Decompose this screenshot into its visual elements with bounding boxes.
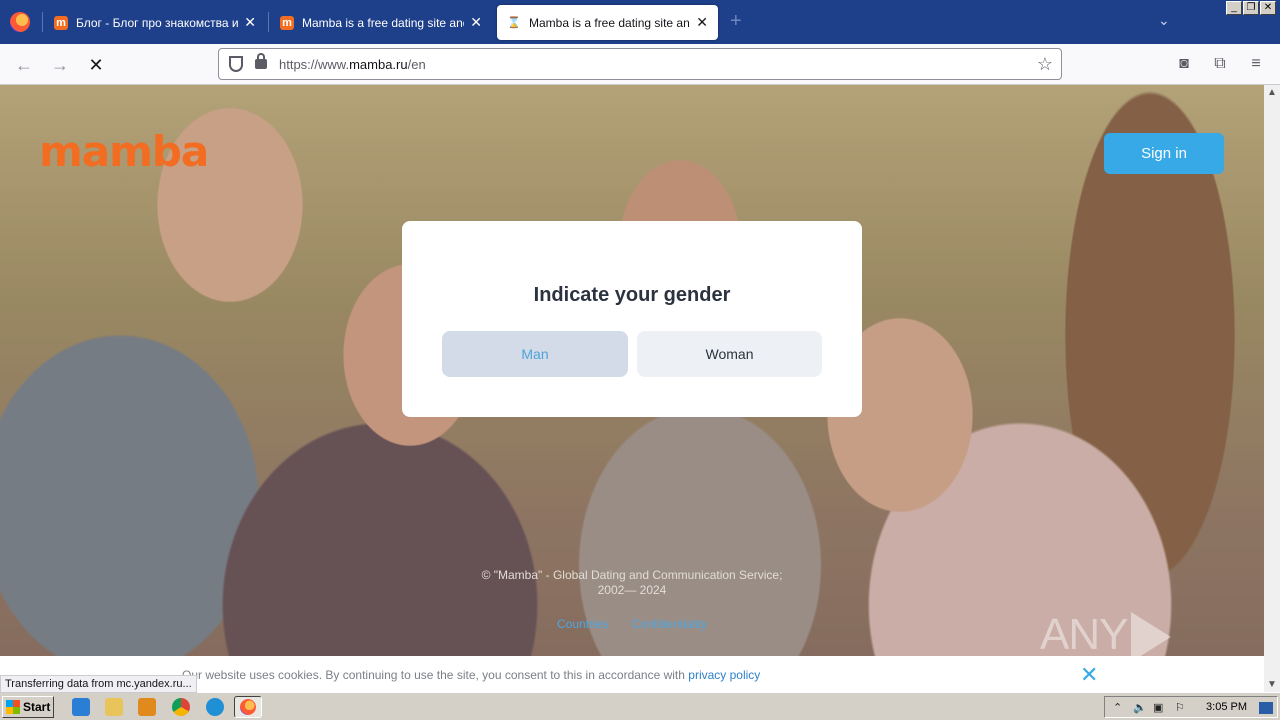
firefox-icon[interactable] bbox=[10, 12, 30, 32]
mamba-favicon-icon: m bbox=[54, 15, 68, 30]
clock[interactable]: 3:05 PM bbox=[1206, 701, 1247, 713]
scroll-up-icon[interactable]: ▲ bbox=[1267, 87, 1277, 98]
menu-hamburger-icon[interactable]: ≡ bbox=[1246, 54, 1266, 74]
tab-title: Mamba is a free dating site and a chat bbox=[302, 15, 464, 30]
close-cookie-icon[interactable]: ✕ bbox=[1080, 662, 1098, 688]
confidentiality-link[interactable]: Confidentiality bbox=[632, 617, 707, 631]
window-controls: _ ❐ ✕ bbox=[1226, 1, 1276, 15]
man-button[interactable]: Man bbox=[442, 331, 628, 377]
tab-title: Mamba is a free dating site and a chat bbox=[529, 15, 690, 30]
tab-separator bbox=[42, 12, 43, 32]
tab-title: Блог - Блог про знакомства и отношения bbox=[76, 15, 239, 30]
copyright-years: 2002— 2024 bbox=[597, 583, 667, 597]
folder-icon[interactable] bbox=[105, 698, 123, 716]
stop-loading-icon[interactable]: ✕ bbox=[84, 53, 108, 77]
close-tab-icon[interactable]: ✕ bbox=[696, 14, 708, 31]
internet-explorer-icon[interactable] bbox=[72, 698, 90, 716]
lock-icon[interactable] bbox=[255, 53, 267, 69]
tray-expand-icon[interactable]: ⌃ bbox=[1113, 701, 1122, 714]
copyright-line: © "Mamba" - Global Dating and Communicat… bbox=[481, 568, 783, 582]
footer-links: Countries Confidentiality bbox=[557, 617, 727, 631]
privacy-policy-link[interactable]: privacy policy bbox=[688, 668, 760, 682]
tab-separator bbox=[268, 12, 269, 32]
url-text[interactable]: https://www.mamba.ru/en bbox=[279, 57, 426, 72]
countries-link[interactable]: Countries bbox=[557, 617, 608, 631]
system-tray: ⌃ 🔈 ▣ ⚐ 3:05 PM bbox=[1104, 696, 1278, 718]
hourglass-loading-icon: ⌛ bbox=[507, 17, 521, 29]
start-button[interactable]: Start bbox=[2, 696, 54, 718]
url-bar[interactable]: https://www.mamba.ru/en ☆ bbox=[218, 48, 1062, 80]
forward-icon[interactable]: → bbox=[48, 53, 72, 77]
new-tab-icon[interactable]: + bbox=[730, 10, 742, 33]
edge-icon[interactable] bbox=[206, 698, 224, 716]
close-window-icon[interactable]: ✕ bbox=[1260, 1, 1276, 15]
footer-copyright: © "Mamba" - Global Dating and Communicat… bbox=[382, 568, 882, 598]
chrome-icon[interactable] bbox=[172, 698, 190, 716]
close-tab-icon[interactable]: ✕ bbox=[470, 14, 482, 31]
mamba-favicon-icon: m bbox=[280, 15, 294, 30]
tab-mamba-1[interactable]: m Mamba is a free dating site and a chat… bbox=[270, 5, 492, 40]
page-content: mamba Sign in Indicate your gender Man W… bbox=[0, 85, 1264, 692]
show-desktop-icon[interactable] bbox=[1259, 702, 1273, 714]
close-tab-icon[interactable]: ✕ bbox=[244, 14, 256, 31]
action-center-flag-icon[interactable]: ⚐ bbox=[1175, 701, 1185, 714]
woman-button[interactable]: Woman bbox=[637, 331, 822, 377]
firefox-icon bbox=[240, 699, 256, 715]
sign-in-button[interactable]: Sign in bbox=[1104, 133, 1224, 174]
media-player-icon[interactable] bbox=[138, 698, 156, 716]
navigation-bar: ← → ✕ https://www.mamba.ru/en ☆ ◙ ⧉ ≡ bbox=[0, 44, 1280, 85]
scroll-down-icon[interactable]: ▼ bbox=[1267, 679, 1277, 690]
mamba-logo[interactable]: mamba bbox=[39, 127, 209, 176]
taskbar: Start ⌃ 🔈 ▣ ⚐ 3:05 PM bbox=[0, 692, 1280, 720]
gender-modal: Indicate your gender Man Woman bbox=[402, 221, 862, 417]
tracking-protection-shield-icon[interactable] bbox=[229, 56, 243, 72]
volume-icon[interactable]: 🔈 bbox=[1133, 701, 1147, 714]
tab-mamba-active[interactable]: ⌛ Mamba is a free dating site and a chat… bbox=[497, 5, 718, 40]
bookmark-star-icon[interactable]: ☆ bbox=[1037, 54, 1053, 75]
tab-strip: m Блог - Блог про знакомства и отношения… bbox=[0, 0, 1280, 44]
network-icon[interactable]: ▣ bbox=[1153, 701, 1163, 714]
start-label: Start bbox=[23, 700, 51, 714]
cookie-text: Our website uses cookies. By continuing … bbox=[182, 668, 761, 682]
pocket-icon[interactable]: ◙ bbox=[1174, 54, 1194, 74]
list-all-tabs-icon[interactable]: ⌄ bbox=[1158, 12, 1170, 29]
tab-blog[interactable]: m Блог - Блог про знакомства и отношения… bbox=[44, 5, 266, 40]
windows-flag-icon bbox=[6, 700, 20, 714]
firefox-taskbar-icon[interactable] bbox=[234, 696, 262, 718]
status-bar: Transferring data from mc.yandex.ru... bbox=[0, 675, 197, 693]
back-icon[interactable]: ← bbox=[12, 53, 36, 77]
extensions-icon[interactable]: ⧉ bbox=[1210, 54, 1230, 74]
restore-icon[interactable]: ❐ bbox=[1243, 1, 1259, 15]
minimize-icon[interactable]: _ bbox=[1226, 1, 1242, 15]
scrollbar[interactable]: ▲ ▼ bbox=[1264, 85, 1280, 692]
modal-title: Indicate your gender bbox=[533, 284, 731, 306]
